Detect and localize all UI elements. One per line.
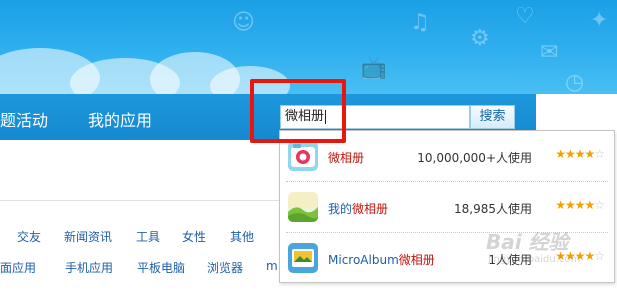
category-link[interactable]: 新闻资讯 (64, 228, 112, 245)
rating-stars: ★★★★☆ (555, 147, 605, 161)
annotation-highlight-box (250, 79, 346, 143)
category-link[interactable]: 交友 (17, 228, 41, 245)
category-link[interactable]: 浏览器 (207, 259, 243, 276)
category-link[interactable]: 平板电脑 (137, 259, 185, 276)
landscape-photo-app-icon (288, 192, 318, 222)
rating-stars: ★★★★☆ (555, 198, 605, 212)
photo-album-app-icon (288, 243, 318, 273)
suggestion-name[interactable]: MicroAlbum微相册 (328, 251, 435, 268)
category-link[interactable]: 手机应用 (65, 259, 113, 276)
suggestion-name[interactable]: 微相册 (328, 149, 364, 166)
category-link[interactable]: 女性 (182, 228, 206, 245)
divider (0, 200, 280, 201)
category-link[interactable]: m (266, 259, 278, 273)
nav-item-topic-events[interactable]: 题活动 (0, 107, 48, 131)
suggestion-item[interactable]: 我的微相册 18,985人使用 ★★★★☆ (280, 182, 614, 232)
category-link[interactable]: 桌面应用 (0, 259, 36, 276)
watermark-url: jingyan.baidu.com (488, 254, 581, 265)
gear-doodle-icon: ⚙ (470, 26, 490, 51)
category-link[interactable]: 工具 (136, 228, 160, 245)
suggestion-user-count: 10,000,000+人使用 (417, 151, 532, 165)
heart-doodle-icon: ♡ (515, 4, 535, 29)
watermark: Bai 经验 jingyan.baidu.com (486, 226, 614, 286)
clock-doodle-icon: ◷ (565, 70, 585, 94)
star-doodle-icon: ✦ (590, 8, 609, 33)
chat-doodle-icon: ✉ (540, 40, 559, 65)
tv-doodle-icon: 📺 (360, 56, 388, 81)
suggestion-name[interactable]: 我的微相册 (328, 200, 388, 217)
category-link[interactable]: 其他 (230, 228, 254, 245)
search-button[interactable]: 搜索 (470, 105, 515, 129)
music-note-doodle-icon: ♫ (410, 10, 430, 35)
watermark-brand: Bai 经验 (486, 230, 569, 254)
smiley-doodle-icon: ☺ (232, 10, 255, 35)
camera-app-icon (288, 141, 318, 171)
nav-item-my-apps[interactable]: 我的应用 (88, 107, 152, 131)
suggestion-user-count: 18,985人使用 (454, 202, 532, 216)
